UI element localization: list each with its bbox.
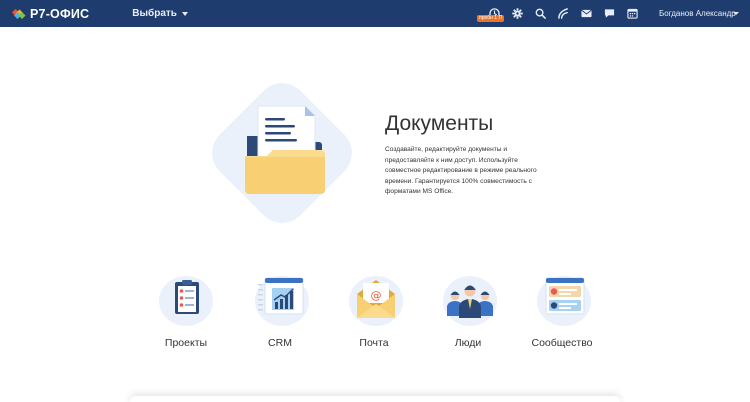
module-people-label: Люди: [454, 337, 482, 349]
documents-folder-icon: [212, 83, 352, 223]
module-people[interactable]: Люди: [433, 274, 503, 354]
module-community[interactable]: Сообщество: [527, 274, 597, 354]
mail-envelope-icon: @: [349, 276, 403, 326]
module-community-label: Сообщество: [531, 337, 593, 349]
module-mail[interactable]: @ Почта: [339, 274, 409, 354]
settings-icon[interactable]: [511, 7, 523, 19]
user-name[interactable]: Богданов Александр: [659, 0, 736, 27]
module-select-dropdown[interactable]: Выбрать: [132, 8, 188, 19]
feed-icon[interactable]: [557, 7, 569, 19]
module-crm[interactable]: CRM: [245, 274, 315, 354]
documents-illustration[interactable]: [203, 76, 361, 230]
top-navigation-bar: Р7-ОФИС Выбрать пробн 1 П Богданов Алекс…: [0, 0, 750, 27]
module-mail-label: Почта: [359, 337, 389, 349]
bottom-panel-edge: [130, 396, 620, 402]
module-projects[interactable]: Проекты: [151, 274, 221, 354]
logo[interactable]: Р7-ОФИС: [12, 7, 89, 21]
module-crm-label: CRM: [268, 337, 292, 349]
people-group-icon: [443, 276, 497, 326]
community-profiles-icon: [537, 276, 591, 326]
logo-mark-icon: [12, 8, 26, 19]
search-icon[interactable]: [534, 7, 546, 19]
hero-description: Создавайте, редактируйте документы и пре…: [385, 146, 537, 195]
trial-badge[interactable]: пробн 1 П: [477, 15, 505, 22]
select-label: Выбрать: [132, 8, 177, 19]
logo-text: Р7-ОФИС: [30, 6, 90, 21]
calendar-icon[interactable]: [626, 7, 638, 19]
projects-clipboard-icon: [159, 276, 213, 326]
mail-icon[interactable]: [580, 7, 592, 19]
user-menu-chevron-icon[interactable]: [733, 12, 739, 15]
chat-icon[interactable]: [603, 7, 615, 19]
hero-title[interactable]: Документы: [385, 112, 493, 136]
chevron-down-icon: [181, 11, 188, 16]
svg-text:@: @: [371, 289, 382, 302]
crm-chart-icon: [255, 276, 309, 326]
module-projects-label: Проекты: [164, 337, 208, 349]
